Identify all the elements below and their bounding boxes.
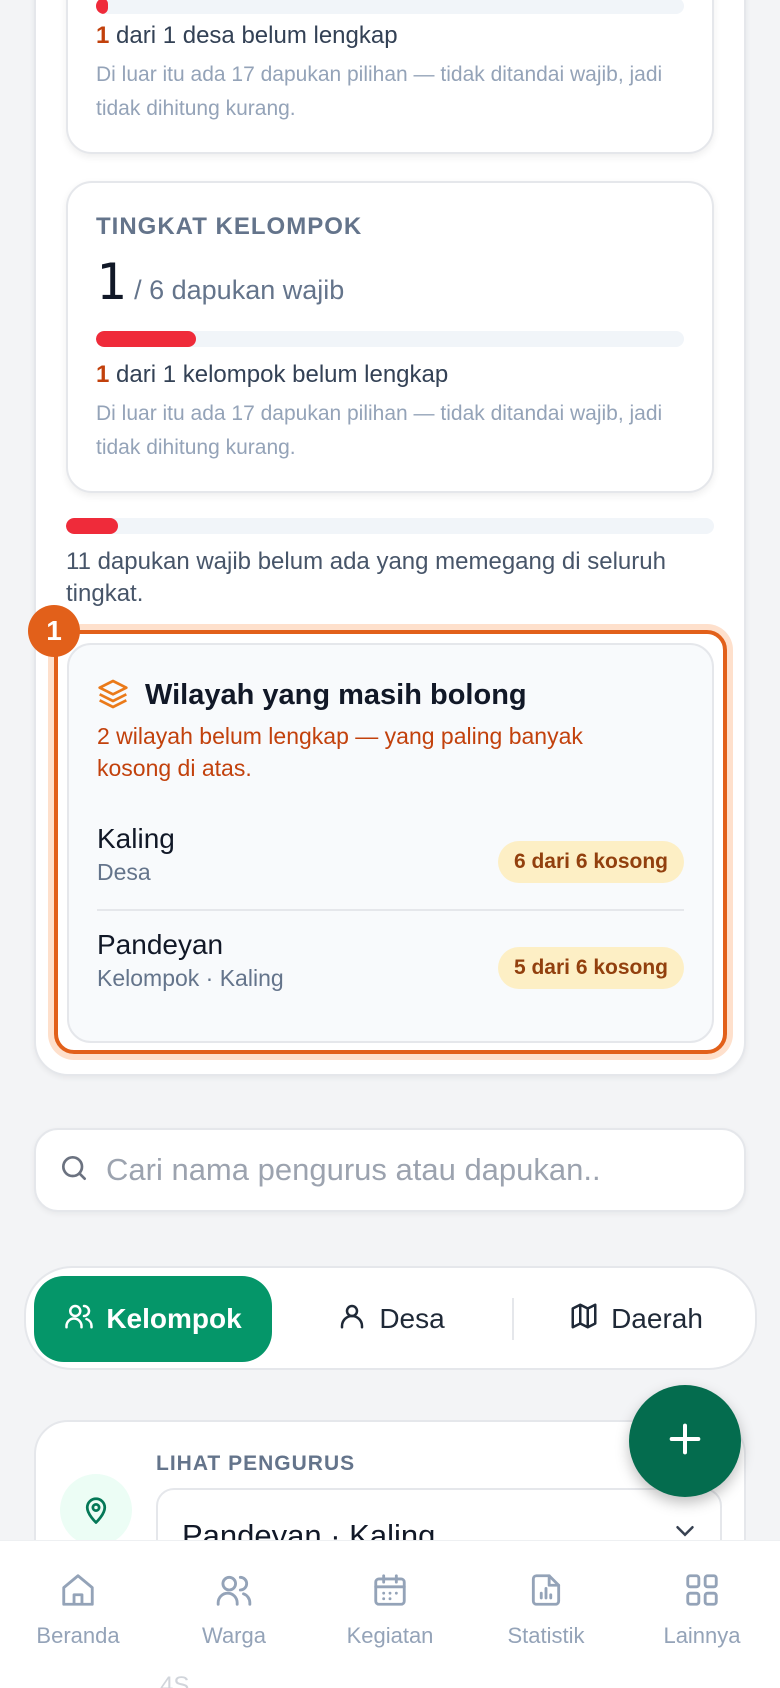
nav-item-lainnya[interactable]: Lainnya	[637, 1571, 767, 1649]
user-icon	[337, 1301, 379, 1338]
overall-progress-fill	[66, 518, 118, 534]
map-icon	[569, 1301, 611, 1338]
kelompok-missing-line: 1 dari 1 kelompok belum lengkap	[96, 361, 448, 389]
search-input[interactable]	[106, 1152, 706, 1188]
grid-icon	[683, 1571, 721, 1623]
desa-missing-count: 1	[96, 22, 110, 49]
search-bar[interactable]	[34, 1128, 746, 1212]
location-pin-icon	[60, 1474, 132, 1546]
incomplete-regions-card: Wilayah yang masih bolong 2 wilayah belu…	[67, 643, 714, 1043]
nav-label: Kegiatan	[346, 1623, 434, 1648]
desa-level-card: 1 dari 1 desa belum lengkap Di luar itu …	[66, 0, 714, 154]
overall-summary-text: 11 dapukan wajib belum ada yang memegang…	[66, 548, 666, 607]
users-icon	[215, 1571, 253, 1623]
segment-label: Daerah	[611, 1303, 703, 1334]
nav-item-beranda[interactable]: Beranda	[13, 1571, 143, 1649]
kelompok-progress-fill	[96, 331, 196, 347]
nav-item-kegiatan[interactable]: Kegiatan	[325, 1571, 455, 1649]
desa-note: Di luar itu ada 17 dapukan pilihan — tid…	[96, 63, 663, 120]
empty-count-badge: 5 dari 6 kosong	[497, 947, 684, 989]
kelompok-missing-count: 1	[96, 361, 110, 388]
kelompok-progress-bar	[96, 331, 684, 347]
nav-item-warga[interactable]: Warga	[169, 1571, 299, 1649]
bottom-navigation: Beranda Warga Kegiatan Statistik Lainnya	[0, 1540, 780, 1688]
calendar-icon	[371, 1571, 409, 1623]
kelompok-count-rest: / 6 dapukan wajib	[134, 275, 345, 305]
region-row-pandeyan[interactable]: Pandeyan Kelompok · Kaling 5 dari 6 koso…	[97, 929, 684, 1029]
add-button[interactable]	[629, 1385, 741, 1497]
nav-label: Warga	[202, 1623, 266, 1648]
incomplete-regions-header: Wilayah yang masih bolong	[97, 677, 527, 714]
kelompok-count: 1 / 6 dapukan wajib	[96, 253, 344, 311]
region-row-kaling[interactable]: Kaling Desa 6 dari 6 kosong	[97, 823, 684, 923]
desa-progress-fill	[96, 0, 108, 14]
empty-count-badge: 6 dari 6 kosong	[497, 841, 684, 883]
kelompok-level-card: TINGKAT KELOMPOK 1 / 6 dapukan wajib 1 d…	[66, 181, 714, 493]
kelompok-note: Di luar itu ada 17 dapukan pilihan — tid…	[96, 402, 663, 459]
segment-label: Desa	[379, 1303, 445, 1334]
plus-icon	[665, 1419, 705, 1464]
users-icon	[64, 1301, 106, 1338]
segment-desa[interactable]: Desa	[286, 1276, 496, 1362]
desa-missing-text: dari 1 desa belum lengkap	[116, 22, 398, 49]
chart-icon	[527, 1571, 565, 1623]
segment-daerah[interactable]: Daerah	[526, 1276, 746, 1362]
segment-kelompok[interactable]: Kelompok	[34, 1276, 272, 1362]
incomplete-regions-title: Wilayah yang masih bolong	[145, 679, 527, 711]
home-icon	[59, 1571, 97, 1623]
level-segmented-control: Kelompok Desa Daerah	[24, 1266, 757, 1370]
overall-progress-bar	[66, 518, 714, 534]
nav-label: Lainnya	[663, 1623, 741, 1648]
incomplete-regions-subtitle: 2 wilayah belum lengkap — yang paling ba…	[97, 723, 583, 781]
kelompok-count-value: 1	[96, 253, 127, 311]
kelompok-level-title: TINGKAT KELOMPOK	[96, 213, 363, 240]
layers-icon	[97, 677, 129, 714]
annotation-number-badge: 1	[28, 605, 80, 657]
nav-label: Beranda	[36, 1623, 120, 1648]
divider	[97, 909, 684, 911]
desa-missing-line: 1 dari 1 desa belum lengkap	[96, 22, 398, 50]
desa-progress-bar	[96, 0, 684, 14]
segment-label: Kelompok	[106, 1303, 242, 1334]
search-icon	[58, 1152, 90, 1189]
scrolled-content-text: 4S	[160, 1672, 190, 1688]
segment-divider	[512, 1298, 514, 1340]
view-officials-label: LIHAT PENGURUS	[156, 1452, 356, 1475]
nav-item-statistik[interactable]: Statistik	[481, 1571, 611, 1649]
nav-label: Statistik	[507, 1623, 585, 1648]
kelompok-missing-text: dari 1 kelompok belum lengkap	[116, 361, 449, 388]
